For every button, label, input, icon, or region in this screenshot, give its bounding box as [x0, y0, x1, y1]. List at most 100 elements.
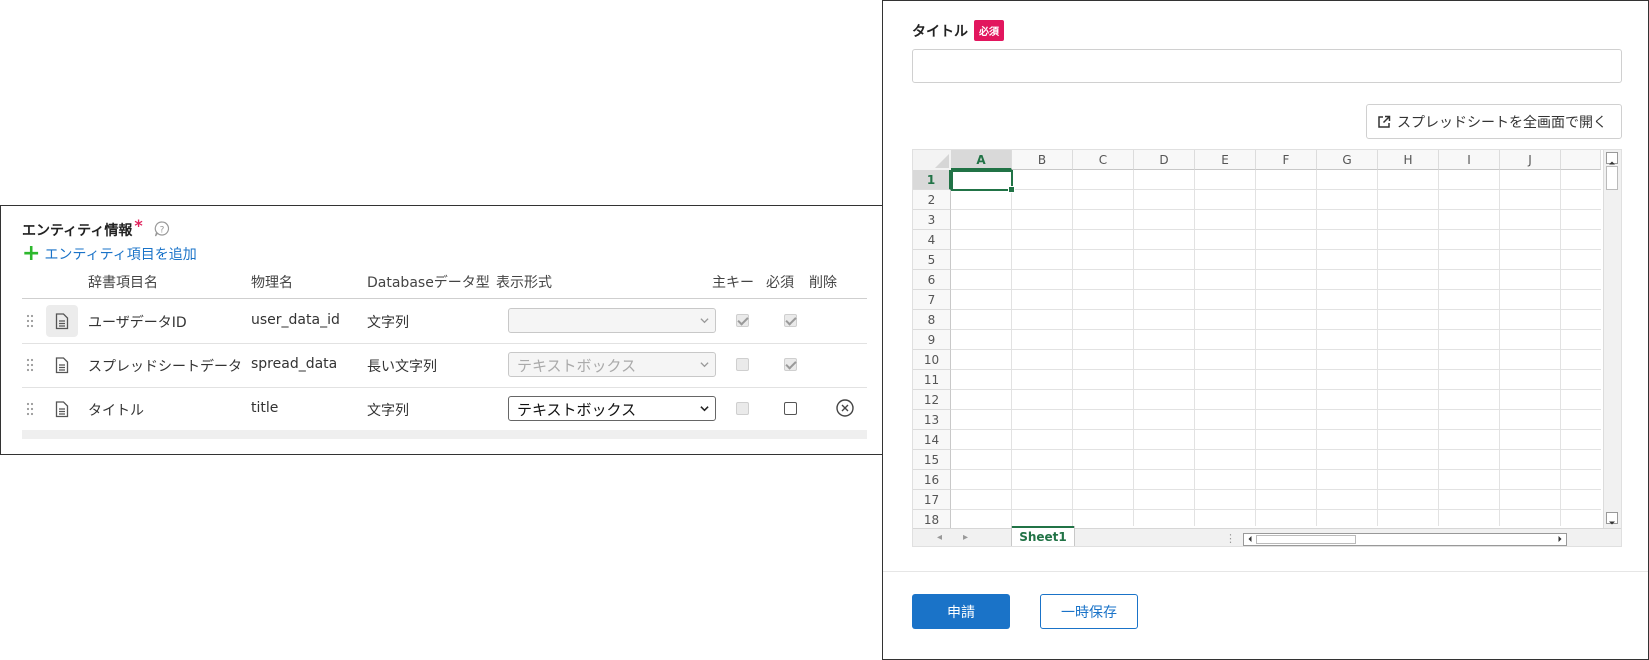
next-sheet-arrow-icon[interactable]: ▸: [963, 532, 968, 543]
row-header[interactable]: 18: [913, 510, 951, 530]
tab-splitter-icon[interactable]: ⋮: [1225, 532, 1236, 545]
document-icon: [55, 356, 69, 373]
save-draft-button[interactable]: 一時保存: [1040, 594, 1138, 629]
display-format-select[interactable]: テキストボックス: [508, 352, 716, 377]
prev-sheet-arrow-icon[interactable]: ◂: [937, 532, 942, 543]
add-entity-item-link[interactable]: + エンティティ項目を追加: [22, 241, 197, 266]
scroll-left-arrow-icon[interactable]: [1245, 534, 1255, 544]
row-header[interactable]: 2: [913, 190, 951, 210]
col-header-db-type: Databaseデータ型: [367, 275, 490, 291]
column-header[interactable]: A: [951, 150, 1012, 170]
column-header[interactable]: I: [1439, 150, 1500, 170]
entity-info-heading: エンティティ情報 *: [22, 216, 143, 240]
scroll-right-arrow-icon[interactable]: [1555, 534, 1565, 544]
row-header[interactable]: 9: [913, 330, 951, 350]
title-input[interactable]: [912, 49, 1622, 83]
chevron-down-icon: [700, 318, 709, 324]
required-checkbox[interactable]: [784, 402, 797, 415]
row-header[interactable]: 4: [913, 230, 951, 250]
open-fullscreen-button[interactable]: スプレッドシートを全画面で開く: [1366, 104, 1622, 139]
row-header[interactable]: 1: [913, 170, 951, 190]
required-badge: 必須: [974, 20, 1004, 41]
plus-icon: +: [22, 241, 41, 266]
row-header[interactable]: 16: [913, 470, 951, 490]
display-format-value: テキストボックス: [517, 357, 637, 375]
row-header[interactable]: 7: [913, 290, 951, 310]
title-field-label: タイトル: [912, 24, 968, 40]
db-type: 長い文字列: [367, 359, 437, 375]
table-footer-bar: [22, 430, 867, 439]
row-header[interactable]: 6: [913, 270, 951, 290]
column-header[interactable]: J: [1500, 150, 1561, 170]
form-panel: タイトル 必須 スプレッドシートを全画面で開く A B C D E F G H …: [882, 0, 1649, 660]
document-icon-button[interactable]: [46, 349, 78, 381]
row-header[interactable]: 15: [913, 450, 951, 470]
table-row: ユーザデータID user_data_id 文字列: [22, 299, 867, 344]
open-fullscreen-label: スプレッドシートを全画面で開く: [1397, 114, 1607, 131]
document-icon: [55, 312, 69, 329]
chevron-down-icon: [700, 406, 709, 412]
column-header[interactable]: G: [1317, 150, 1378, 170]
display-format-select[interactable]: [508, 308, 716, 333]
primary-key-checkbox[interactable]: [736, 358, 749, 371]
submit-button[interactable]: 申請: [912, 594, 1010, 629]
document-icon-button[interactable]: [46, 393, 78, 425]
svg-text:?: ?: [160, 226, 165, 236]
document-icon: [55, 400, 69, 417]
table-row: スプレッドシートデータ spread_data 長い文字列 テキストボックス: [22, 343, 867, 388]
row-header[interactable]: 3: [913, 210, 951, 230]
row-header[interactable]: 11: [913, 370, 951, 390]
drag-handle-icon[interactable]: [26, 401, 34, 417]
column-header[interactable]: D: [1134, 150, 1195, 170]
row-header[interactable]: 17: [913, 490, 951, 510]
row-header[interactable]: 5: [913, 250, 951, 270]
help-icon[interactable]: ?: [153, 220, 171, 238]
column-header[interactable]: B: [1012, 150, 1073, 170]
column-header[interactable]: E: [1195, 150, 1256, 170]
required-checkbox[interactable]: [784, 314, 797, 327]
drag-handle-icon[interactable]: [26, 357, 34, 373]
cell-grid[interactable]: [951, 170, 1601, 526]
scroll-up-arrow-icon[interactable]: [1606, 152, 1618, 165]
primary-key-checkbox[interactable]: [736, 402, 749, 415]
display-format-value: テキストボックス: [517, 401, 637, 419]
row-header[interactable]: 8: [913, 310, 951, 330]
active-cell[interactable]: [951, 170, 1015, 193]
sheet-tab[interactable]: Sheet1: [1011, 526, 1075, 546]
column-header-partial: [1561, 150, 1601, 170]
column-header[interactable]: F: [1256, 150, 1317, 170]
document-icon-button[interactable]: [46, 305, 78, 337]
dict-name: タイトル: [88, 403, 144, 419]
dict-name: ユーザデータID: [88, 315, 187, 331]
required-checkbox[interactable]: [784, 358, 797, 371]
col-header-physical-name: 物理名: [251, 275, 293, 291]
entity-info-panel: エンティティ情報 * ? + エンティティ項目を追加 辞書項目名 物理名 Data…: [0, 205, 883, 455]
row-header[interactable]: 14: [913, 430, 951, 450]
delete-circle-x-icon[interactable]: [835, 398, 855, 418]
horizontal-scroll-thumb[interactable]: [1256, 535, 1356, 544]
dict-name: スプレッドシートデータ: [88, 359, 242, 375]
row-header[interactable]: 12: [913, 390, 951, 410]
col-header-delete: 削除: [809, 275, 837, 291]
column-header[interactable]: C: [1073, 150, 1134, 170]
row-header[interactable]: 10: [913, 350, 951, 370]
primary-key-checkbox[interactable]: [736, 314, 749, 327]
horizontal-scrollbar[interactable]: [1243, 533, 1567, 546]
col-header-dict-name: 辞書項目名: [88, 275, 158, 291]
table-row: タイトル title 文字列 テキストボックス: [22, 387, 867, 432]
select-all-corner[interactable]: [913, 150, 951, 170]
row-headers: 1 2 3 4 5 6 7 8 9 10 11 12 13 14 15 16 1…: [913, 170, 951, 530]
physical-name: spread_data: [251, 356, 338, 372]
entity-info-title: エンティティ情報: [22, 223, 133, 239]
scroll-down-arrow-icon[interactable]: [1606, 512, 1618, 525]
display-format-select[interactable]: テキストボックス: [508, 396, 716, 421]
vertical-scroll-thumb[interactable]: [1606, 166, 1618, 190]
column-header[interactable]: H: [1378, 150, 1439, 170]
db-type: 文字列: [367, 403, 409, 419]
drag-handle-icon[interactable]: [26, 313, 34, 329]
row-header[interactable]: 13: [913, 410, 951, 430]
vertical-scrollbar[interactable]: [1603, 150, 1621, 528]
spreadsheet[interactable]: A B C D E F G H I J 1 2 3 4 5 6 7 8 9 10…: [912, 149, 1622, 547]
required-asterisk: *: [134, 216, 143, 235]
external-link-icon: [1378, 115, 1391, 128]
